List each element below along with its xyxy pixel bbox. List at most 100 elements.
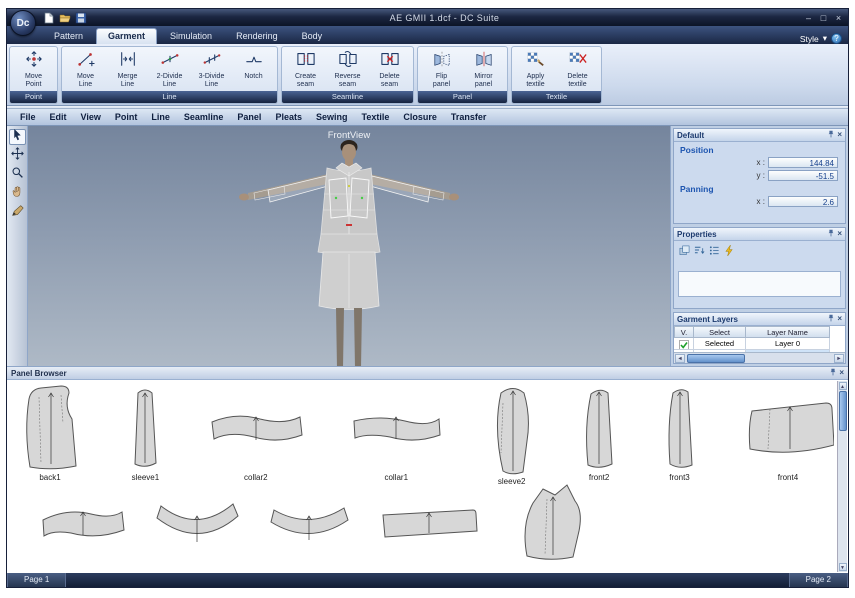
apply-textile-button[interactable]: Apply textile: [515, 49, 556, 88]
field-value[interactable]: 144.84: [768, 157, 838, 168]
scroll-down-arrow[interactable]: ▼: [839, 563, 847, 571]
vertical-scrollbar[interactable]: ▲ ▼: [837, 381, 847, 572]
field-value[interactable]: 2.6: [768, 196, 838, 207]
pattern-piece-front4[interactable]: front4: [742, 383, 834, 483]
visibility-checkbox[interactable]: [674, 338, 694, 350]
tab-simulation[interactable]: Simulation: [159, 29, 223, 44]
divide2-line-icon: [159, 50, 181, 73]
delete-seam-button[interactable]: Delete seam: [369, 49, 410, 88]
select-tool[interactable]: [9, 129, 26, 145]
menu-sewing[interactable]: Sewing: [309, 111, 355, 123]
menu-seamline[interactable]: Seamline: [177, 111, 231, 123]
pattern-piece[interactable]: [155, 483, 239, 573]
menu-closure[interactable]: Closure: [396, 111, 444, 123]
pattern-piece-front3[interactable]: front3: [664, 383, 696, 483]
panel-properties-header[interactable]: Properties ×: [674, 228, 845, 241]
menu-point[interactable]: Point: [108, 111, 145, 123]
field-value[interactable]: -51.5: [768, 170, 838, 181]
zoom-tool[interactable]: [9, 167, 26, 183]
pattern-piece[interactable]: [39, 483, 125, 573]
measure-tool[interactable]: [9, 205, 26, 221]
pattern-piece-collar1[interactable]: collar1: [350, 383, 442, 483]
tab-garment[interactable]: Garment: [96, 28, 157, 44]
layer-row[interactable]: SelectedLayer 0: [674, 338, 845, 350]
close-icon[interactable]: ×: [837, 315, 842, 323]
pin-icon[interactable]: [827, 314, 835, 324]
panel-garment-layers-header[interactable]: Garment Layers ×: [674, 313, 845, 326]
horizontal-scrollbar[interactable]: ◄ ►: [674, 352, 845, 363]
panel-properties: Properties ×: [673, 227, 846, 309]
app-logo[interactable]: Dc: [10, 10, 36, 36]
panel-default-header[interactable]: Default ×: [674, 129, 845, 142]
layers-icon[interactable]: [679, 245, 690, 256]
panel-title: Garment Layers: [677, 315, 738, 324]
menu-pleats[interactable]: Pleats: [268, 111, 309, 123]
properties-content[interactable]: [678, 271, 841, 297]
close-icon[interactable]: ×: [839, 369, 844, 377]
layer-name-cell[interactable]: Layer 0: [746, 338, 830, 350]
column-header[interactable]: Layer Name: [746, 326, 830, 338]
help-icon[interactable]: ?: [831, 33, 842, 44]
menu-view[interactable]: View: [74, 111, 108, 123]
column-header[interactable]: Select: [694, 326, 746, 338]
pin-icon[interactable]: [827, 229, 835, 239]
menu-line[interactable]: Line: [144, 111, 177, 123]
panel-browser-header[interactable]: Panel Browser ×: [7, 367, 848, 380]
maximize-button[interactable]: □: [817, 13, 830, 23]
pin-icon[interactable]: [829, 368, 837, 378]
pattern-piece-front2[interactable]: front2: [581, 383, 617, 483]
pattern-piece[interactable]: [379, 483, 479, 573]
pattern-piece-back1[interactable]: back1: [17, 383, 83, 483]
sort-icon[interactable]: [694, 245, 705, 256]
new-file-icon[interactable]: [43, 12, 55, 24]
minimize-button[interactable]: –: [802, 13, 815, 23]
tab-rendering[interactable]: Rendering: [225, 29, 289, 44]
notch-button[interactable]: Notch: [233, 49, 274, 81]
menu-panel[interactable]: Panel: [230, 111, 268, 123]
open-file-icon[interactable]: [59, 12, 71, 24]
reverse-seam-icon: [337, 50, 359, 73]
scroll-up-arrow[interactable]: ▲: [839, 382, 847, 390]
pattern-piece[interactable]: [269, 483, 349, 573]
save-file-icon[interactable]: [75, 12, 87, 24]
pattern-piece[interactable]: [509, 483, 593, 573]
pin-icon[interactable]: [827, 130, 835, 140]
tab-body[interactable]: Body: [291, 29, 334, 44]
status-page-left[interactable]: Page 1: [7, 573, 66, 587]
close-icon[interactable]: ×: [837, 131, 842, 139]
viewport-3d[interactable]: FrontView: [28, 126, 670, 366]
move-line-button[interactable]: Move Line: [65, 49, 106, 88]
divide2-line-button[interactable]: 2-Divide Line: [149, 49, 190, 88]
scrollbar-thumb[interactable]: [839, 391, 847, 431]
pattern-piece-sleeve2[interactable]: sleeve2: [489, 383, 535, 483]
move-tool[interactable]: [9, 148, 26, 164]
scroll-right-arrow[interactable]: ►: [834, 354, 844, 363]
column-header[interactable]: V.: [674, 326, 694, 338]
pattern-piece-collar2[interactable]: collar2: [208, 383, 304, 483]
status-page-right[interactable]: Page 2: [789, 573, 848, 587]
pattern-piece-sleeve1[interactable]: sleeve1: [129, 383, 161, 483]
tab-pattern[interactable]: Pattern: [43, 29, 94, 44]
list-icon[interactable]: [709, 245, 720, 256]
mirror-panel-button[interactable]: Mirror panel: [463, 49, 504, 88]
divide3-line-button[interactable]: 3-Divide Line: [191, 49, 232, 88]
scrollbar-thumb[interactable]: [687, 354, 745, 363]
merge-line-button[interactable]: Merge Line: [107, 49, 148, 88]
menu-textile[interactable]: Textile: [354, 111, 396, 123]
create-seam-button[interactable]: Create seam: [285, 49, 326, 88]
lightning-icon[interactable]: [724, 245, 735, 256]
close-button[interactable]: ×: [832, 13, 845, 23]
style-menu[interactable]: Style ▾ ?: [800, 33, 848, 44]
close-icon[interactable]: ×: [837, 230, 842, 238]
menu-transfer[interactable]: Transfer: [444, 111, 494, 123]
pan-tool[interactable]: [9, 186, 26, 202]
delete-textile-button[interactable]: Delete textile: [557, 49, 598, 88]
menu-edit[interactable]: Edit: [43, 111, 74, 123]
scrollbar-track[interactable]: [685, 354, 834, 363]
scroll-left-arrow[interactable]: ◄: [675, 354, 685, 363]
menu-file[interactable]: File: [13, 111, 43, 123]
layer-select-cell[interactable]: Selected: [694, 338, 746, 350]
reverse-seam-button[interactable]: Reverse seam: [327, 49, 368, 88]
move-point-button[interactable]: Move Point: [13, 49, 54, 88]
flip-panel-button[interactable]: Flip panel: [421, 49, 462, 88]
